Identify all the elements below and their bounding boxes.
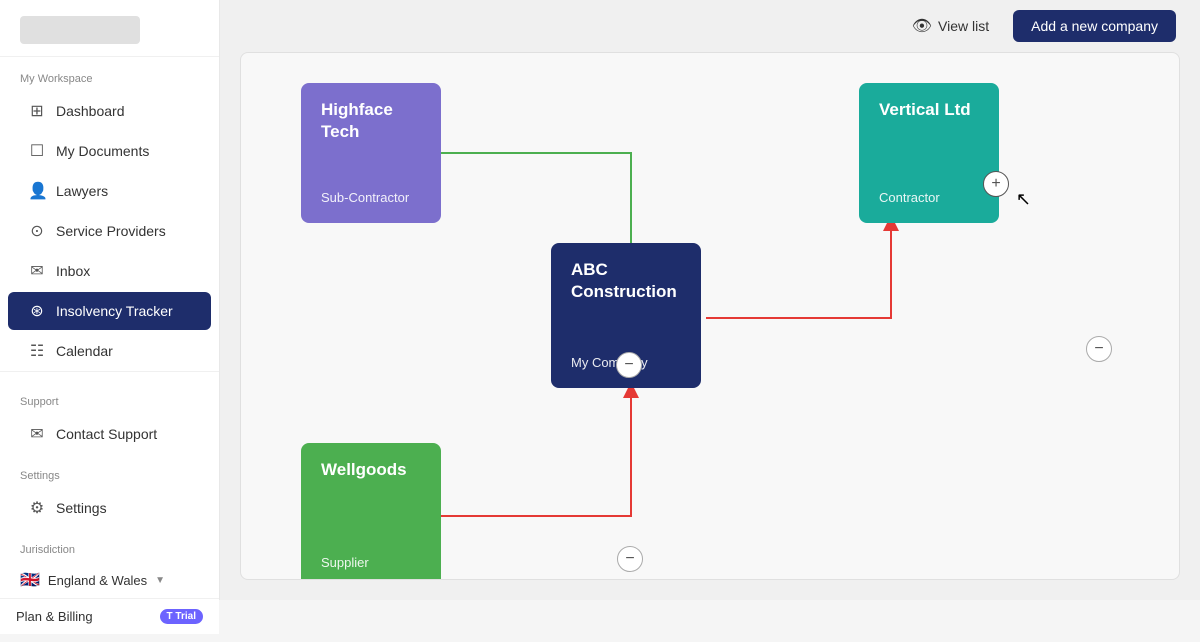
- minus-icon-highface: −: [624, 357, 633, 373]
- inbox-icon: ✉: [28, 261, 46, 281]
- minus-button-vertical[interactable]: −: [1086, 336, 1112, 362]
- node-wellgoods[interactable]: Wellgoods Supplier: [301, 443, 441, 580]
- contact-support-icon: ✉: [28, 424, 46, 444]
- documents-icon: ☐: [28, 141, 46, 161]
- add-company-label: Add a new company: [1031, 18, 1158, 34]
- node-highface-title: Highface Tech: [321, 99, 421, 143]
- sidebar-item-inbox[interactable]: ✉ Inbox: [8, 252, 211, 290]
- trial-badge: T Trial: [160, 609, 203, 624]
- sidebar-item-insolvency-tracker[interactable]: ⊛ Insolvency Tracker: [8, 292, 211, 330]
- sidebar-logo: [0, 0, 219, 57]
- plus-icon: +: [991, 176, 1000, 192]
- sidebar-label-settings: Settings: [56, 500, 107, 516]
- node-abc-title: ABC Construction: [571, 259, 681, 303]
- node-highface-role: Sub-Contractor: [321, 190, 421, 207]
- view-list-button[interactable]: 👁 View list: [900, 10, 1001, 42]
- service-providers-icon: ⊙: [28, 221, 46, 241]
- logo-image: [20, 16, 140, 44]
- sidebar-item-lawyers[interactable]: 👤 Lawyers: [8, 172, 211, 210]
- support-label: Support: [0, 380, 219, 414]
- topbar: 👁 View list Add a new company: [220, 0, 1200, 52]
- sidebar-label-service-providers: Service Providers: [56, 223, 166, 239]
- sidebar-label-dashboard: Dashboard: [56, 103, 125, 119]
- sidebar-label-my-documents: My Documents: [56, 143, 149, 159]
- sidebar-label-contact-support: Contact Support: [56, 426, 157, 442]
- sidebar-item-contact-support[interactable]: ✉ Contact Support: [8, 415, 211, 453]
- plan-label: Plan & Billing: [16, 609, 93, 624]
- jurisdiction-value: England & Wales: [48, 573, 147, 588]
- eye-icon: 👁: [912, 16, 932, 36]
- node-wellgoods-role: Supplier: [321, 555, 421, 572]
- sidebar-item-my-documents[interactable]: ☐ My Documents: [8, 132, 211, 170]
- jurisdiction-label: Jurisdiction: [0, 528, 219, 562]
- diagram-canvas: Highface Tech Sub-Contractor Vertical Lt…: [240, 52, 1180, 580]
- sidebar-label-inbox: Inbox: [56, 263, 90, 279]
- node-vertical-role: Contractor: [879, 190, 979, 207]
- minus-button-wellgoods[interactable]: −: [617, 546, 643, 572]
- workspace-label: My Workspace: [0, 57, 219, 91]
- sidebar: My Workspace ⊞ Dashboard ☐ My Documents …: [0, 0, 220, 600]
- settings-icon: ⚙: [28, 498, 46, 518]
- flag-icon: 🇬🇧: [20, 570, 40, 590]
- add-company-button[interactable]: Add a new company: [1013, 10, 1176, 42]
- sidebar-label-insolvency-tracker: Insolvency Tracker: [56, 303, 173, 319]
- view-list-label: View list: [938, 18, 989, 34]
- settings-label: Settings: [0, 454, 219, 488]
- minus-icon-wellgoods: −: [625, 551, 634, 567]
- insolvency-tracker-icon: ⊛: [28, 301, 46, 321]
- node-wellgoods-title: Wellgoods: [321, 459, 421, 481]
- minus-button-highface[interactable]: −: [616, 352, 642, 378]
- node-vertical-title: Vertical Ltd: [879, 99, 979, 121]
- sidebar-item-service-providers[interactable]: ⊙ Service Providers: [8, 212, 211, 250]
- sidebar-label-lawyers: Lawyers: [56, 183, 108, 199]
- sidebar-item-dashboard[interactable]: ⊞ Dashboard: [8, 92, 211, 130]
- node-highface[interactable]: Highface Tech Sub-Contractor: [301, 83, 441, 223]
- chevron-down-icon: ▼: [155, 575, 165, 586]
- lawyers-icon: 👤: [28, 181, 46, 201]
- jurisdiction-selector[interactable]: 🇬🇧 England & Wales ▼: [0, 562, 219, 598]
- plan-billing-bar[interactable]: Plan & Billing T Trial: [0, 598, 219, 634]
- node-vertical[interactable]: Vertical Ltd Contractor: [859, 83, 999, 223]
- cursor: ↖: [1016, 189, 1031, 210]
- sidebar-label-calendar: Calendar: [56, 343, 113, 359]
- minus-icon-vertical: −: [1094, 341, 1103, 357]
- dashboard-icon: ⊞: [28, 101, 46, 121]
- main-content: 👁 View list Add a new company: [220, 0, 1200, 600]
- sidebar-item-settings[interactable]: ⚙ Settings: [8, 489, 211, 527]
- add-button[interactable]: +: [983, 171, 1009, 197]
- calendar-icon: ☷: [28, 341, 46, 361]
- sidebar-item-calendar[interactable]: ☷ Calendar: [8, 332, 211, 370]
